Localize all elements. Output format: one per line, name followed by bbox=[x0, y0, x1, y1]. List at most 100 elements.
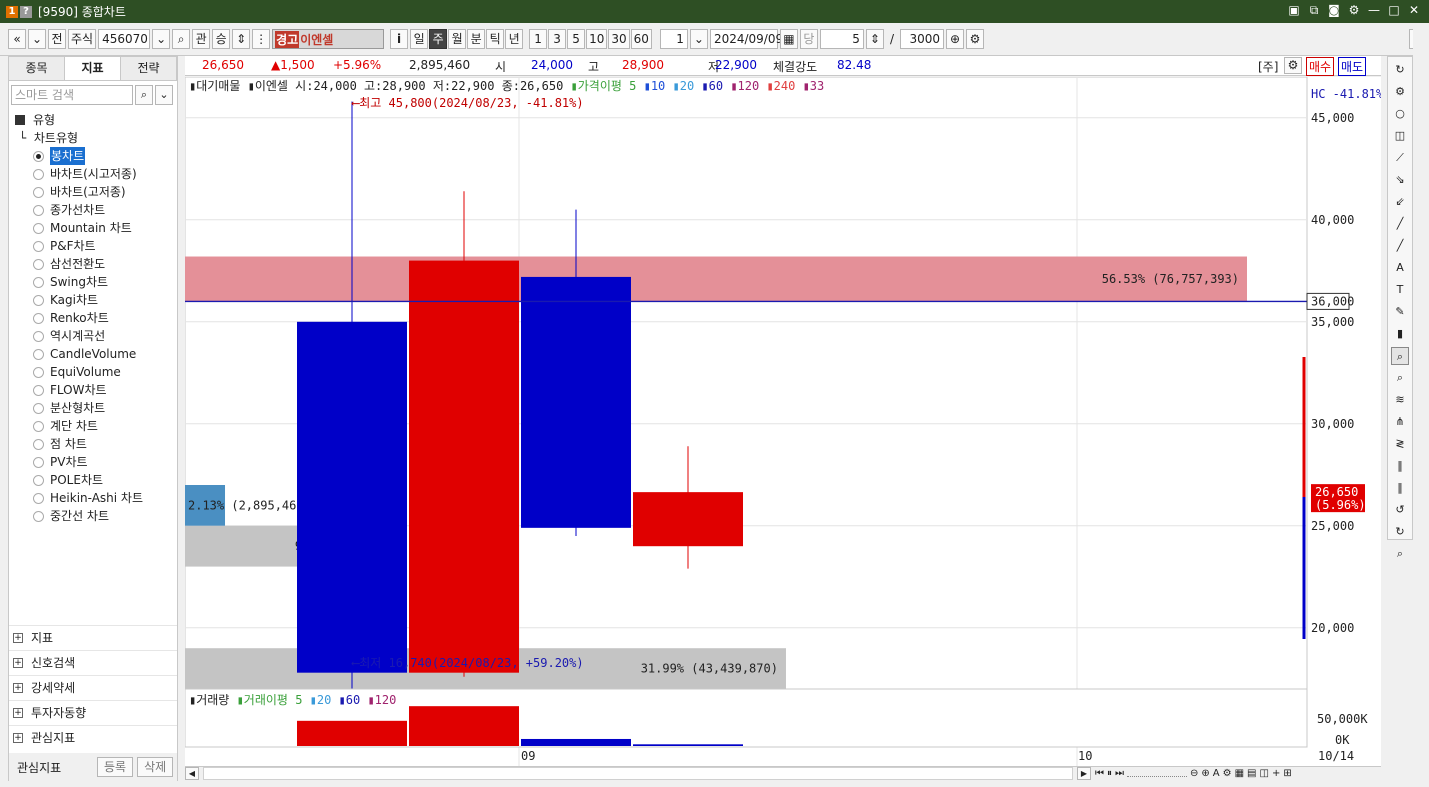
interval-button[interactable]: 30 bbox=[608, 29, 630, 49]
period-button[interactable]: 주 bbox=[429, 29, 448, 49]
chart-type-item[interactable]: 계단 차트 bbox=[9, 417, 177, 435]
chart-type-item[interactable]: 바차트(시고저종) bbox=[9, 165, 177, 183]
prev-stock-button[interactable]: « bbox=[8, 29, 26, 49]
seung-button[interactable]: 승 bbox=[212, 29, 231, 49]
type-section-header[interactable]: 유형 bbox=[9, 111, 177, 129]
auto-icon[interactable]: A bbox=[1391, 259, 1409, 277]
chart-type-item[interactable]: POLE차트 bbox=[9, 471, 177, 489]
text-tool-icon[interactable]: A bbox=[1213, 768, 1220, 779]
trend-line-icon[interactable]: ⟋ bbox=[1391, 149, 1409, 167]
period-button[interactable]: 틱 bbox=[486, 29, 505, 49]
chart-type-item[interactable]: 봉차트 bbox=[9, 147, 177, 165]
arrow-line-icon[interactable]: ⇙ bbox=[1391, 193, 1409, 211]
chevron-down-icon[interactable]: ⌄ bbox=[689, 29, 708, 49]
gear-icon[interactable]: ⚙ bbox=[1391, 83, 1409, 101]
grid-icon[interactable]: ▦ bbox=[1235, 768, 1244, 779]
zoom-in-icon[interactable]: ⊕ bbox=[945, 29, 964, 49]
minimize-icon[interactable]: — bbox=[1367, 3, 1381, 18]
jeon-button[interactable]: 전 bbox=[48, 29, 66, 49]
zoom-in-icon[interactable]: ⊕ bbox=[1201, 768, 1209, 779]
chart-icon[interactable]: ◫ bbox=[1260, 768, 1269, 779]
zoom-slider[interactable] bbox=[1127, 768, 1187, 777]
scroll-left-icon[interactable]: ◀ bbox=[185, 767, 199, 780]
delete-button[interactable]: 삭제 bbox=[137, 757, 174, 777]
forward-icon[interactable]: ⏭ bbox=[1115, 768, 1124, 779]
chart-type-item[interactable]: EquiVolume bbox=[9, 363, 177, 381]
info-button[interactable]: i bbox=[390, 29, 409, 49]
date-input[interactable]: 2024/09/09 bbox=[709, 29, 783, 49]
buy-button[interactable]: 매수 bbox=[1306, 57, 1335, 76]
radio-icon[interactable] bbox=[33, 276, 44, 288]
radio-icon[interactable] bbox=[33, 366, 44, 378]
redo-icon[interactable]: ↻ bbox=[1391, 523, 1409, 541]
interval-button[interactable]: 3 bbox=[548, 29, 567, 49]
stock-code-input[interactable]: 456070 bbox=[98, 29, 151, 49]
chart-type-item[interactable]: Swing차트 bbox=[9, 273, 177, 291]
radio-icon[interactable] bbox=[33, 240, 44, 252]
arrow-line-icon[interactable]: ⇘ bbox=[1391, 171, 1409, 189]
chart-type-item[interactable]: 종가선차트 bbox=[9, 201, 177, 219]
help-badge[interactable]: ? bbox=[20, 5, 32, 18]
dots-icon[interactable]: ⋮ bbox=[252, 29, 271, 49]
chart-type-item[interactable]: PV차트 bbox=[9, 453, 177, 471]
search-icon[interactable]: ⌕ bbox=[1391, 545, 1409, 563]
period-button[interactable]: 일 bbox=[410, 29, 429, 49]
chart-area[interactable]: 45,000 40,000 35,000 30,000 25,000 20,000 56.5… bbox=[184, 76, 1384, 766]
layout-icon[interactable]: ▤ bbox=[1247, 768, 1256, 779]
settings-gear-icon[interactable]: ⚙ bbox=[965, 29, 984, 49]
scroll-track[interactable] bbox=[203, 767, 1073, 780]
search-icon[interactable]: ⌕ bbox=[135, 85, 153, 105]
radio-icon[interactable] bbox=[33, 186, 44, 198]
updown-icon[interactable]: ⇕ bbox=[232, 29, 251, 49]
text-icon[interactable]: T bbox=[1391, 281, 1409, 299]
chart-icon[interactable]: ◫ bbox=[1391, 127, 1409, 145]
interval-input[interactable]: 1 bbox=[659, 29, 688, 49]
period-button[interactable]: 분 bbox=[467, 29, 486, 49]
chart-type-item[interactable]: CandleVolume bbox=[9, 345, 177, 363]
chart-type-item[interactable]: 바차트(고저종) bbox=[9, 183, 177, 201]
radio-icon[interactable] bbox=[33, 258, 44, 270]
calendar-icon[interactable]: ▦ bbox=[779, 29, 798, 49]
chart-type-item[interactable]: 삼선전환도 bbox=[9, 255, 177, 273]
radio-icon[interactable] bbox=[33, 222, 44, 234]
interval-button[interactable]: 10 bbox=[586, 29, 608, 49]
indicator-section[interactable]: + 신호검색 bbox=[9, 650, 177, 675]
radio-icon[interactable] bbox=[33, 510, 44, 522]
chart-type-item[interactable]: 분산형차트 bbox=[9, 399, 177, 417]
stock-name-box[interactable]: 경고 이엔셀 bbox=[272, 29, 385, 49]
interval-button[interactable]: 60 bbox=[630, 29, 652, 49]
pitchfork-icon[interactable]: ⋔ bbox=[1391, 413, 1409, 431]
zoom-out-icon[interactable]: ⊖ bbox=[1190, 768, 1198, 779]
refresh-icon[interactable]: ↻ bbox=[1391, 61, 1409, 79]
interval-button[interactable]: 5 bbox=[567, 29, 586, 49]
search-icon[interactable]: ⌕ bbox=[172, 29, 191, 49]
left-tab[interactable]: 전략 bbox=[121, 57, 177, 80]
period-button[interactable]: 월 bbox=[448, 29, 467, 49]
dang-button[interactable]: 당 bbox=[799, 29, 818, 49]
chart-type-item[interactable]: P&F차트 bbox=[9, 237, 177, 255]
circle-icon[interactable]: ○ bbox=[1391, 105, 1409, 123]
radio-icon[interactable] bbox=[33, 402, 44, 414]
settings-gear-icon[interactable]: ⚙ bbox=[1284, 57, 1302, 74]
market-select[interactable]: 주식 bbox=[68, 29, 97, 49]
undo-icon[interactable]: ↺ bbox=[1391, 501, 1409, 519]
chart-type-item[interactable]: Kagi차트 bbox=[9, 291, 177, 309]
radio-icon[interactable] bbox=[33, 438, 44, 450]
chart-type-item[interactable]: 점 차트 bbox=[9, 435, 177, 453]
radio-icon[interactable] bbox=[33, 384, 44, 396]
period-button[interactable]: 년 bbox=[505, 29, 524, 49]
chart-type-item[interactable]: Heikin-Ashi 차트 bbox=[9, 489, 177, 507]
radio-icon[interactable] bbox=[33, 294, 44, 306]
rewind-icon[interactable]: ⏮ bbox=[1095, 768, 1104, 779]
maximize-icon[interactable]: □ bbox=[1387, 3, 1401, 18]
radio-icon[interactable] bbox=[33, 168, 44, 180]
total-input[interactable]: 3000 bbox=[899, 29, 944, 49]
candle-icon[interactable]: ▮ bbox=[1391, 325, 1409, 343]
chevron-down-icon[interactable]: ⌄ bbox=[152, 29, 171, 49]
left-tab[interactable]: 종목 bbox=[9, 57, 65, 80]
zoom-icon[interactable]: ⌕ bbox=[1391, 347, 1409, 365]
line-icon[interactable]: ╱ bbox=[1391, 237, 1409, 255]
ju-label[interactable]: [주] bbox=[1258, 58, 1278, 75]
radio-icon[interactable] bbox=[33, 348, 44, 360]
indicator-section[interactable]: + 강세약세 bbox=[9, 675, 177, 700]
